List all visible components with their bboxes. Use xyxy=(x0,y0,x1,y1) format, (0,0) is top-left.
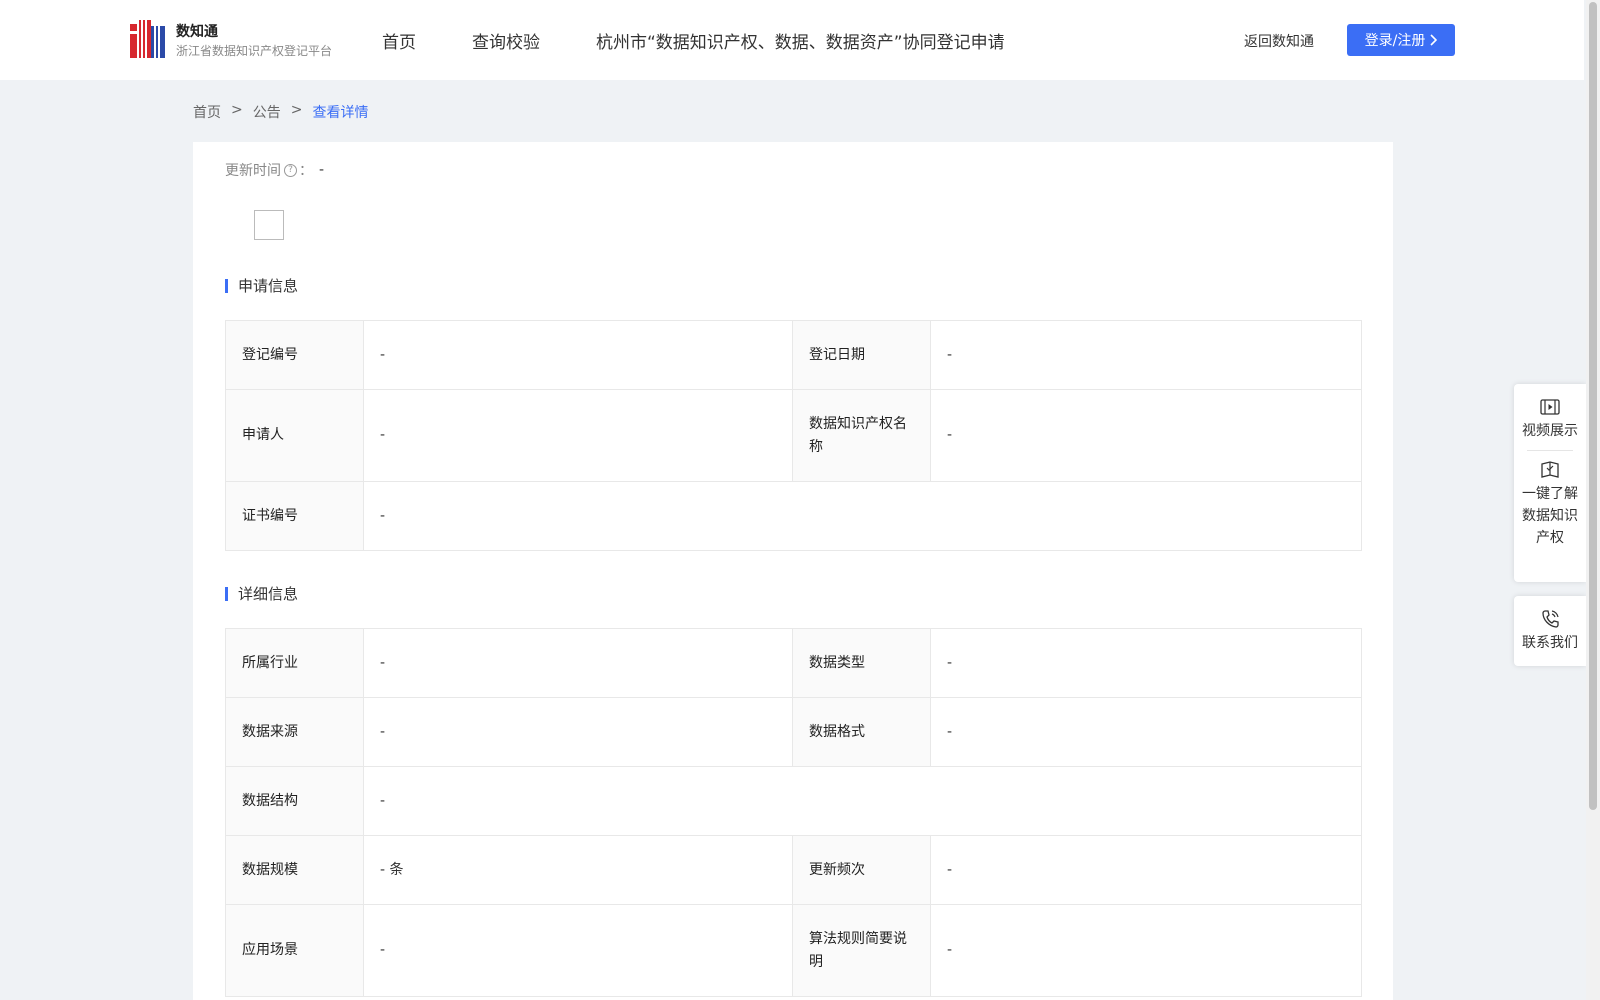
update-time-colon: ： xyxy=(299,163,313,179)
update-time-value: - xyxy=(319,162,325,178)
floating-contact-panel: 联系我们 xyxy=(1514,596,1586,666)
reg-no-label: 登记编号 xyxy=(225,320,364,390)
login-register-label: 登录/注册 xyxy=(1364,33,1426,49)
application-info-table: 登记编号 - 登记日期 - 申请人 - 数据知识产权名称 - 证书编号 - xyxy=(225,320,1362,551)
update-time-label: 更新时间 xyxy=(225,163,281,179)
login-register-button[interactable]: 登录/注册 xyxy=(1347,24,1455,56)
nav-query-verify[interactable]: 查询校验 xyxy=(472,28,540,53)
algorithm-value: - xyxy=(930,904,1362,997)
reg-date-label: 登记日期 xyxy=(792,320,931,390)
table-row: 数据结构 - xyxy=(225,766,1362,836)
cert-no-value: - xyxy=(363,481,1362,551)
nav-hangzhou-collab-registration[interactable]: 杭州市“数据知识产权、数据、数据资产”协同登记申请 xyxy=(596,28,1005,53)
breadcrumb-separator: > xyxy=(231,102,243,118)
data-type-value: - xyxy=(930,628,1362,698)
source-value: - xyxy=(363,697,793,767)
video-icon xyxy=(1540,399,1560,415)
book-icon xyxy=(1541,461,1559,478)
top-header: 数知通 浙江省数据知识产权登记平台 首页 查询校验 杭州市“数据知识产权、数据、… xyxy=(0,0,1584,80)
image-placeholder-checkbox[interactable] xyxy=(254,210,284,240)
scale-value: - 条 xyxy=(363,835,793,905)
table-row: 数据来源 - 数据格式 - xyxy=(225,697,1362,767)
section-title-details: 详细信息 xyxy=(225,587,298,602)
detail-card: 更新时间 ? ： - 申请信息 登记编号 - 登记日期 - 申请人 - 数据知识… xyxy=(193,142,1393,1000)
structure-label: 数据结构 xyxy=(225,766,364,836)
learn-data-ip-label: 一键了解数据知识产权 xyxy=(1522,486,1578,546)
frequency-value: - xyxy=(930,835,1362,905)
breadcrumb-current: 查看详情 xyxy=(312,105,369,121)
contact-us-button[interactable]: 联系我们 xyxy=(1514,596,1586,654)
section-title-application: 申请信息 xyxy=(225,279,298,294)
applicant-label: 申请人 xyxy=(225,389,364,482)
scenario-label: 应用场景 xyxy=(225,904,364,997)
source-label: 数据来源 xyxy=(225,697,364,767)
iip-logo-icon[interactable] xyxy=(130,20,166,60)
scenario-value: - xyxy=(363,904,793,997)
panel-divider xyxy=(1527,450,1573,451)
brand-subtitle: 浙江省数据知识产权登记平台 xyxy=(176,44,333,58)
table-row: 登记编号 - 登记日期 - xyxy=(225,320,1362,390)
phone-icon xyxy=(1542,610,1559,628)
frequency-label: 更新频次 xyxy=(792,835,931,905)
back-to-szt-link[interactable]: 返回数知通 xyxy=(1244,31,1314,51)
main-nav: 首页 查询校验 杭州市“数据知识产权、数据、数据资产”协同登记申请 xyxy=(382,28,1005,53)
question-circle-icon[interactable]: ? xyxy=(284,163,297,177)
chevron-right-icon xyxy=(1430,34,1438,46)
ip-name-label: 数据知识产权名称 xyxy=(792,389,931,482)
breadcrumb: 首页 > 公告 > 查看详情 xyxy=(193,102,368,122)
applicant-value: - xyxy=(363,389,793,482)
table-row: 所属行业 - 数据类型 - xyxy=(225,628,1362,698)
floating-help-panel: 视频展示 一键了解数据知识产权 xyxy=(1514,384,1586,582)
page-scrollbar[interactable] xyxy=(1586,0,1600,1000)
detail-info-table: 所属行业 - 数据类型 - 数据来源 - 数据格式 - 数据结构 - 数据规模 … xyxy=(225,628,1362,997)
breadcrumb-separator: > xyxy=(290,102,303,118)
format-value: - xyxy=(930,697,1362,767)
learn-data-ip-button[interactable]: 一键了解数据知识产权 xyxy=(1514,459,1586,549)
ip-name-value: - xyxy=(930,389,1362,482)
data-type-label: 数据类型 xyxy=(792,628,931,698)
cert-no-label: 证书编号 xyxy=(225,481,364,551)
brand-name: 数知通 xyxy=(176,24,218,40)
algorithm-label: 算法规则简要说明 xyxy=(792,904,931,997)
reg-no-value: - xyxy=(363,320,793,390)
format-label: 数据格式 xyxy=(792,697,931,767)
nav-home[interactable]: 首页 xyxy=(382,28,416,53)
breadcrumb-notice[interactable]: 公告 xyxy=(253,102,281,122)
structure-value: - xyxy=(363,766,1362,836)
breadcrumb-home[interactable]: 首页 xyxy=(193,102,221,122)
reg-date-value: - xyxy=(930,320,1362,390)
update-time-row: 更新时间 ? ： - xyxy=(225,160,324,180)
industry-label: 所属行业 xyxy=(225,628,364,698)
table-row: 应用场景 - 算法规则简要说明 - xyxy=(225,904,1362,997)
table-row: 申请人 - 数据知识产权名称 - xyxy=(225,389,1362,482)
scrollbar-thumb[interactable] xyxy=(1589,2,1597,810)
table-row: 数据规模 - 条 更新频次 - xyxy=(225,835,1362,905)
contact-us-label: 联系我们 xyxy=(1522,635,1578,651)
video-showcase-button[interactable]: 视频展示 xyxy=(1514,384,1586,442)
table-row: 证书编号 - xyxy=(225,481,1362,551)
scale-label: 数据规模 xyxy=(225,835,364,905)
video-showcase-label: 视频展示 xyxy=(1522,423,1578,439)
industry-value: - xyxy=(363,628,793,698)
